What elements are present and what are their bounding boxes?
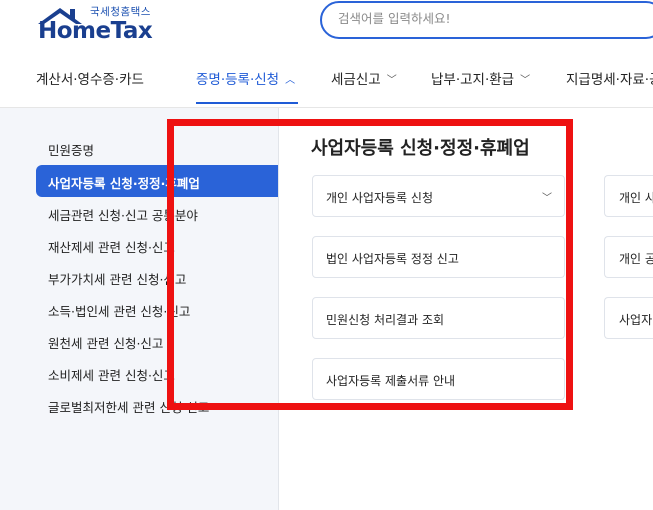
gnb-item-label: 납부·고지·환급: [431, 72, 515, 88]
card-label: 개인 사: [619, 191, 653, 205]
gnb-item-tax-report[interactable]: 세금신고 ﹀: [331, 68, 397, 88]
chevron-down-icon: ﹀: [386, 75, 397, 86]
gnb-item-label: 세금신고: [331, 72, 381, 88]
main-navigation: 계산서·영수증·카드 증명·등록·신청 ︿ 세금신고 ﹀ 납부·고지·환급 ﹀ 지급명…: [0, 60, 653, 106]
logo-text: HomeTax: [38, 18, 153, 44]
search-input[interactable]: [338, 11, 638, 26]
card-label: 사업자: [619, 313, 653, 327]
sidebar-item-civil-certificate[interactable]: 민원증명: [48, 140, 94, 159]
gnb-item-certificates[interactable]: 증명·등록·신청 ︿: [196, 68, 295, 88]
card-right-2[interactable]: 개인 공: [604, 236, 653, 278]
card-right-3[interactable]: 사업자: [604, 297, 653, 339]
card-right-1[interactable]: 개인 사: [604, 175, 653, 217]
gnb-item-label: 계산서·영수증·카드: [36, 72, 144, 88]
chevron-down-icon: ﹀: [520, 75, 531, 86]
gnb-item-receipts[interactable]: 계산서·영수증·카드: [36, 68, 144, 88]
gnb-item-label: 지급명세·자료·공: [566, 72, 653, 88]
sidebar-item-withholding-tax[interactable]: 원천세 관련 신청·신고: [48, 333, 163, 352]
card-label: 개인 공: [619, 252, 653, 266]
logo-subtitle: 국세청홈택스: [90, 6, 151, 18]
red-highlight-box: [167, 119, 573, 410]
sidebar-item-property-tax[interactable]: 재산제세 관련 신청·신고: [48, 237, 175, 256]
gnb-item-payment[interactable]: 납부·고지·환급 ﹀: [431, 68, 530, 88]
active-tab-indicator: [196, 102, 298, 104]
chevron-up-icon: ︿: [285, 75, 296, 86]
hometax-logo[interactable]: 국세청홈택스 HomeTax: [36, 4, 166, 46]
search-box[interactable]: [320, 1, 653, 39]
sidebar-item-consumption-tax[interactable]: 소비제세 관련 신청·신고: [48, 365, 175, 384]
sidebar-item-vat[interactable]: 부가가치세 관련 신청·신고: [48, 269, 186, 288]
gnb-item-statements[interactable]: 지급명세·자료·공: [566, 68, 653, 88]
gnb-item-label: 증명·등록·신청: [196, 72, 280, 88]
